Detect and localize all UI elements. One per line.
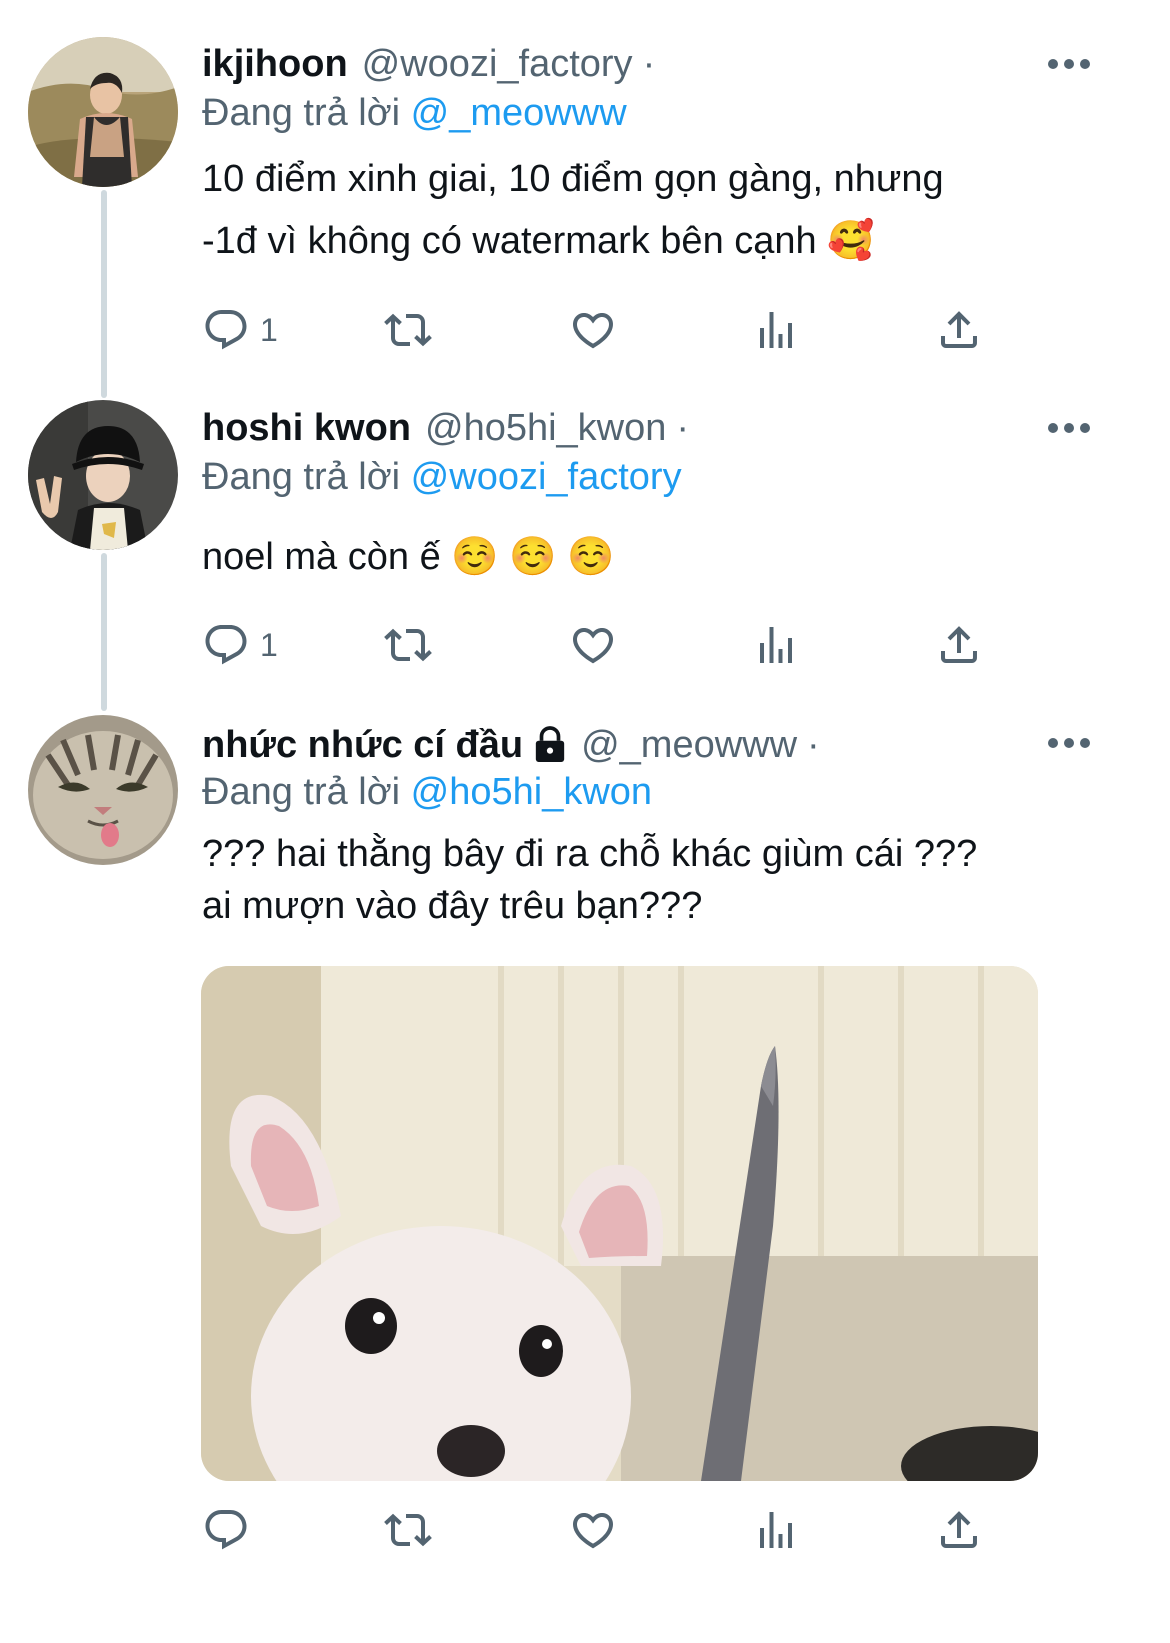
- replying-to-link[interactable]: @woozi_factory: [411, 456, 682, 498]
- tweet-actions: 1: [202, 615, 1002, 675]
- retweet-icon: [384, 1506, 432, 1554]
- share-icon: [935, 621, 983, 669]
- avatar[interactable]: [28, 400, 178, 550]
- separator-dot: ·: [642, 42, 656, 85]
- share-icon: [935, 1506, 983, 1554]
- share-button[interactable]: [935, 300, 983, 360]
- separator-dot: ·: [676, 406, 690, 449]
- replying-prefix: Đang trả lời: [202, 771, 401, 813]
- reply-icon: [202, 1506, 250, 1554]
- user-handle[interactable]: @woozi_factory: [362, 43, 633, 86]
- replying-prefix: Đang trả lời: [202, 456, 401, 498]
- reply-button[interactable]: 1: [202, 300, 278, 360]
- reply-icon: [202, 306, 250, 354]
- retweet-button[interactable]: [384, 1500, 432, 1560]
- views-icon: [752, 306, 800, 354]
- tweet-media[interactable]: [201, 966, 1038, 1481]
- retweet-button[interactable]: [384, 300, 432, 360]
- tweet-actions: [202, 1500, 1002, 1560]
- tweet-text-line: ??? hai thằng bây đi ra chỗ khác giùm cá…: [202, 833, 978, 875]
- thread-connector: [101, 190, 107, 398]
- views-icon: [752, 621, 800, 669]
- replying-to: Đang trả lời @_meowww: [202, 92, 627, 135]
- more-options-icon[interactable]: [1046, 418, 1092, 438]
- share-button[interactable]: [935, 1500, 983, 1560]
- share-icon: [935, 306, 983, 354]
- user-handle[interactable]: @ho5hi_kwon: [425, 407, 666, 450]
- more-options-icon[interactable]: [1046, 733, 1092, 753]
- tweet-header: hoshi kwon @ho5hi_kwon ·: [202, 403, 689, 453]
- tweet-text: ??? hai thằng bây đi ra chỗ khác giùm cá…: [202, 828, 1082, 932]
- display-name[interactable]: ikjihoon: [202, 43, 348, 86]
- like-button[interactable]: [569, 615, 617, 675]
- user-handle[interactable]: @_meowww: [581, 724, 797, 767]
- views-button[interactable]: [752, 1500, 800, 1560]
- retweet-icon: [384, 621, 432, 669]
- replying-to-link[interactable]: @ho5hi_kwon: [411, 771, 652, 813]
- retweet-button[interactable]: [384, 615, 432, 675]
- share-button[interactable]: [935, 615, 983, 675]
- avatar[interactable]: [28, 37, 178, 187]
- more-options-icon[interactable]: [1046, 54, 1092, 74]
- avatar[interactable]: [28, 715, 178, 865]
- image-dog-with-knife: [201, 966, 1038, 1481]
- like-icon: [569, 1506, 617, 1554]
- tweet-text-line: noel mà còn ế ☺️ ☺️ ☺️: [202, 536, 615, 578]
- display-name[interactable]: hoshi kwon: [202, 407, 411, 450]
- avatar-photo-cat: [28, 715, 178, 865]
- lock-icon: [535, 726, 565, 762]
- replying-to-link[interactable]: @_meowww: [411, 92, 627, 134]
- separator-dot: ·: [807, 723, 820, 766]
- views-icon: [752, 1506, 800, 1554]
- thread-connector: [101, 553, 107, 711]
- tweet-text-line: 10 điểm xinh giai, 10 điểm gọn gàng, như…: [202, 158, 944, 200]
- tweet-text: noel mà còn ế ☺️ ☺️ ☺️: [202, 526, 1082, 588]
- tweet-header: nhức nhức cí đầu @_meowww ·: [202, 720, 820, 770]
- tweet-text-line: ai mượn vào đây trêu bạn???: [202, 885, 703, 927]
- reply-button[interactable]: 1: [202, 615, 278, 675]
- replying-to: Đang trả lời @ho5hi_kwon: [202, 771, 652, 814]
- like-button[interactable]: [569, 1500, 617, 1560]
- reply-count: 1: [260, 311, 278, 348]
- display-name[interactable]: nhức nhức cí đầu: [202, 724, 523, 767]
- avatar-photo-man-outdoor: [28, 37, 178, 187]
- views-button[interactable]: [752, 615, 800, 675]
- like-icon: [569, 621, 617, 669]
- retweet-icon: [384, 306, 432, 354]
- tweet-text-line: -1đ vì không có watermark bên cạnh 🥰: [202, 220, 875, 262]
- like-button[interactable]: [569, 300, 617, 360]
- replying-prefix: Đang trả lời: [202, 92, 401, 134]
- like-icon: [569, 306, 617, 354]
- reply-button[interactable]: [202, 1500, 260, 1560]
- tweet-actions: 1: [202, 300, 1002, 360]
- views-button[interactable]: [752, 300, 800, 360]
- replying-to: Đang trả lời @woozi_factory: [202, 456, 682, 499]
- tweet-header: ikjihoon @woozi_factory ·: [202, 39, 655, 89]
- reply-count: 1: [260, 626, 278, 663]
- avatar-photo-man-bucket-hat: [28, 400, 178, 550]
- tweet-text: 10 điểm xinh giai, 10 điểm gọn gàng, như…: [202, 148, 1082, 272]
- reply-icon: [202, 621, 250, 669]
